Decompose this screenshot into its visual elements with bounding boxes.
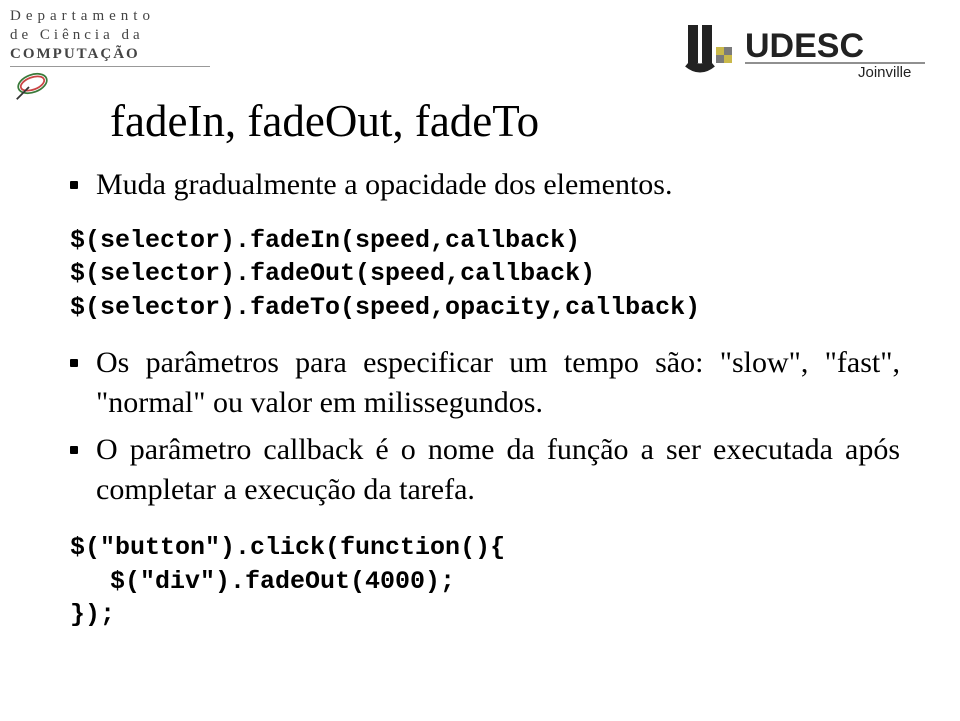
swirl-icon [15,66,50,101]
bullet-1-text: Muda gradualmente a opacidade dos elemen… [96,165,672,206]
code-line: $(selector).fadeIn(speed,callback) [70,224,900,258]
code-block-1: $(selector).fadeIn(speed,callback) $(sel… [70,224,900,325]
university-logo: UDESC Joinville [680,15,940,80]
slide-content: fadeIn, fadeOut, fadeTo Muda gradualment… [0,95,960,632]
dept-line3: COMPUTAÇÃO [10,46,220,63]
bullet-icon [70,181,78,189]
slide-title: fadeIn, fadeOut, fadeTo [110,95,900,147]
dept-line1: Departamento [10,8,220,25]
department-logo: Departamento de Ciência da COMPUTAÇÃO [10,8,220,67]
bullet-icon [70,446,78,454]
code-block-2: $("button").click(function(){ $("div").f… [70,531,900,632]
slide-header: Departamento de Ciência da COMPUTAÇÃO UD… [0,0,960,90]
code-line: $(selector).fadeOut(speed,callback) [70,257,900,291]
dept-line2: de Ciência da [10,27,220,44]
code-line: }); [70,598,900,632]
campus-text: Joinville [858,64,911,80]
code-line: $(selector).fadeTo(speed,opacity,callbac… [70,291,900,325]
bullet-3: O parâmetro callback é o nome da função … [70,430,900,511]
bullet-2: Os parâmetros para especificar um tempo … [70,343,900,424]
code-line: $("div").fadeOut(4000); [110,565,900,599]
bullet-3-text: O parâmetro callback é o nome da função … [96,430,900,511]
svg-text:UDESC: UDESC [745,27,864,65]
bullet-1: Muda gradualmente a opacidade dos elemen… [70,165,900,206]
bullet-2-text: Os parâmetros para especificar um tempo … [96,343,900,424]
bullet-icon [70,359,78,367]
code-line: $("button").click(function(){ [70,531,900,565]
